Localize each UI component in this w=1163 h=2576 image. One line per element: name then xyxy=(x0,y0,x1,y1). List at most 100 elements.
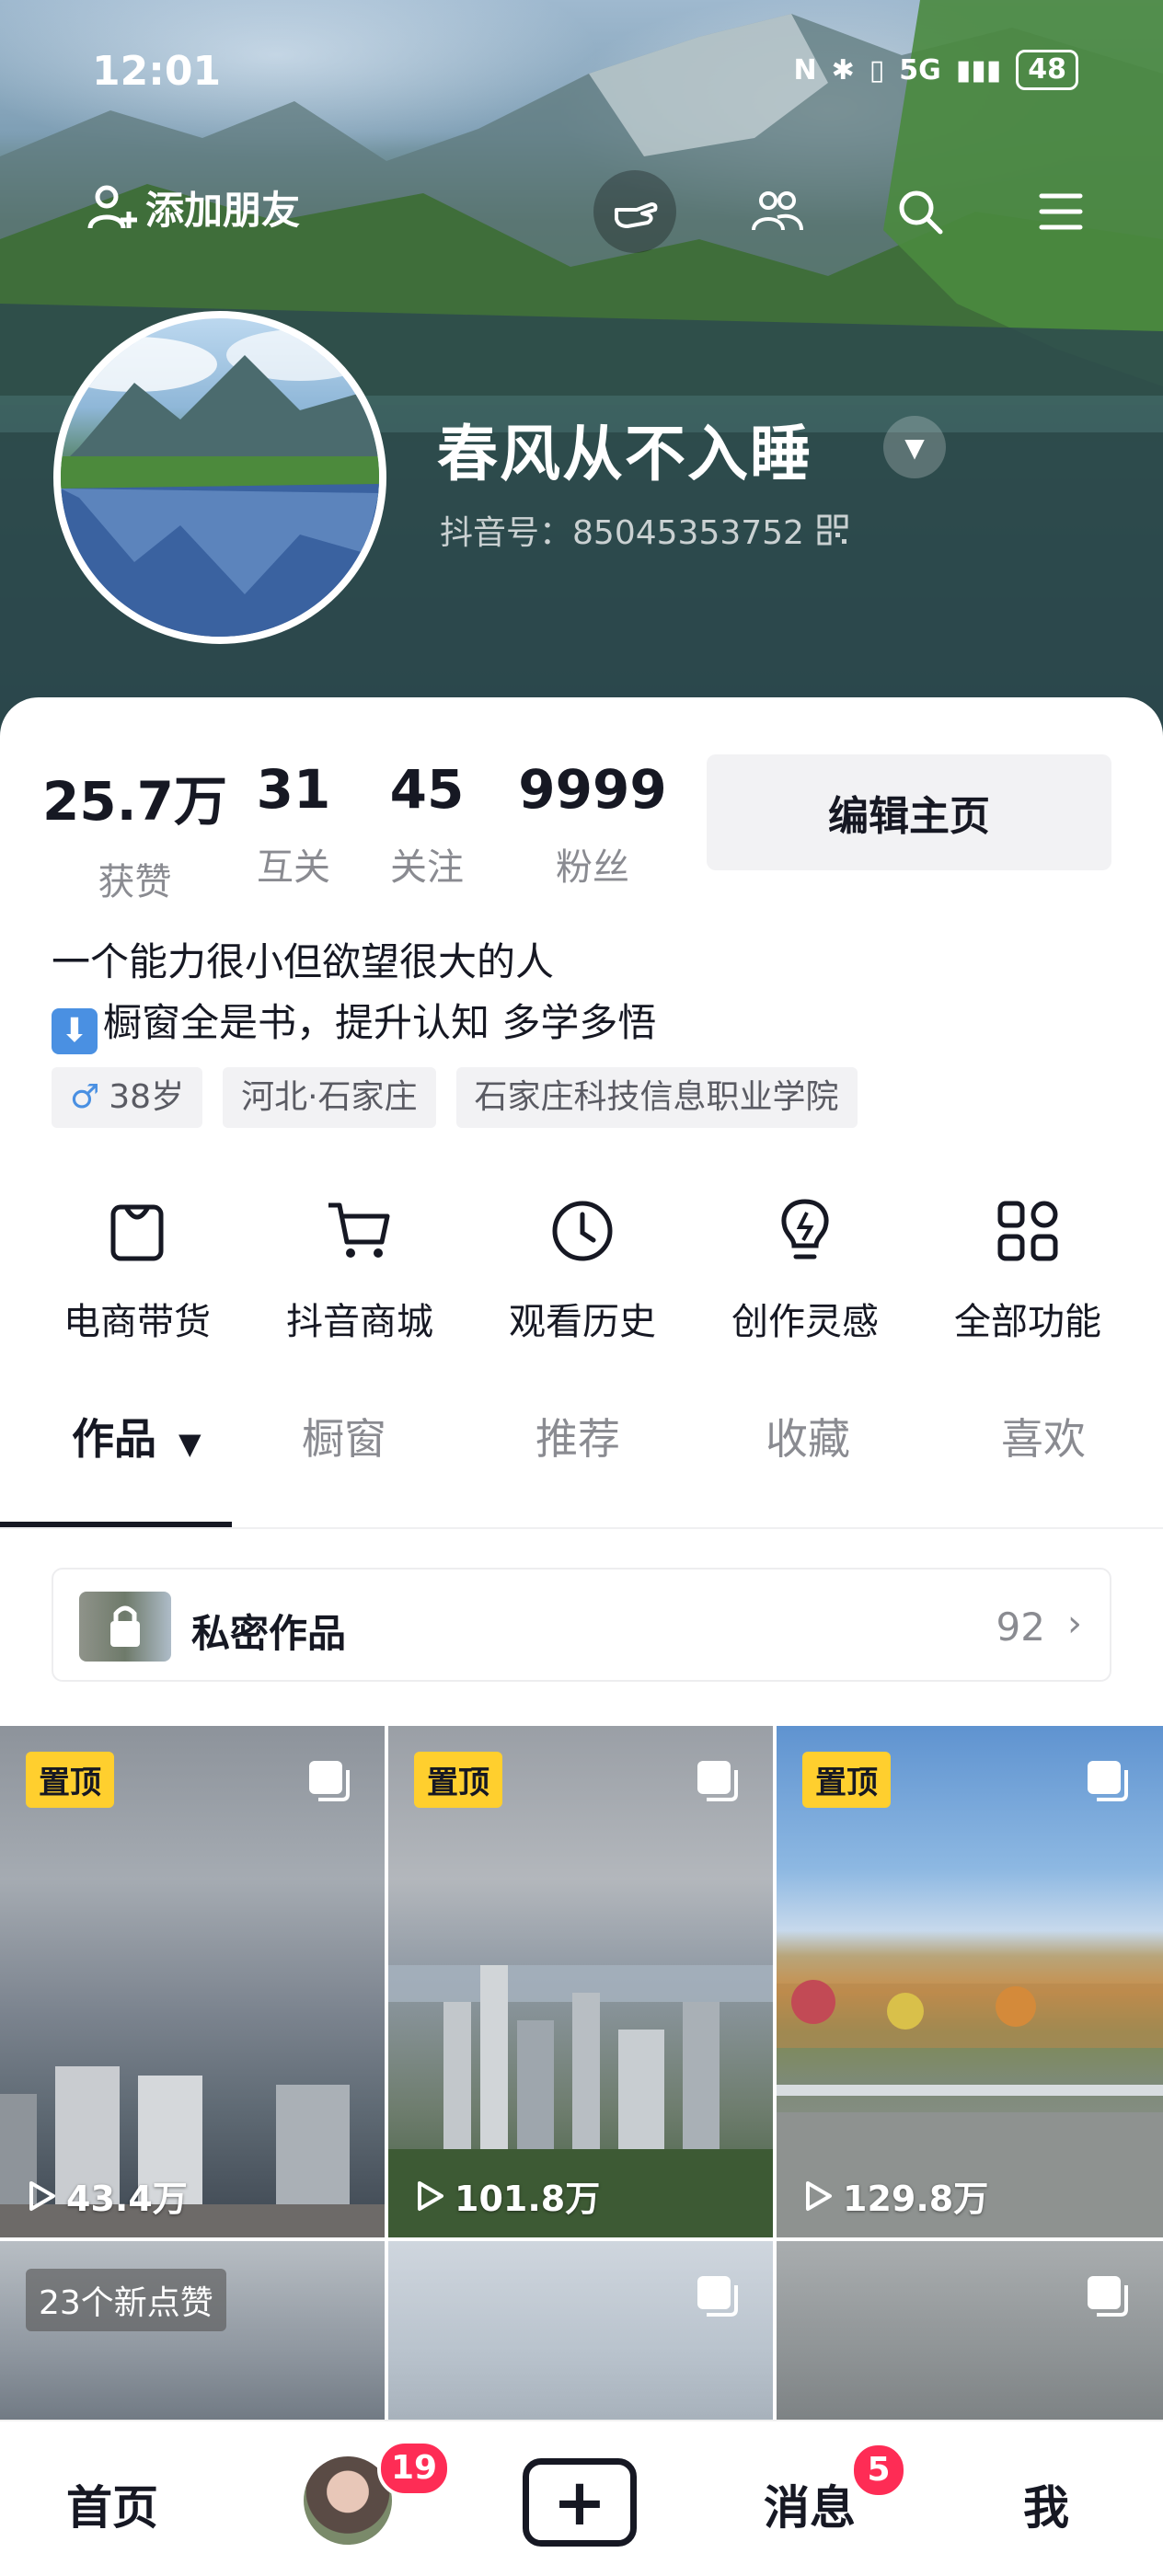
private-works-title: 私密作品 xyxy=(191,1611,347,1656)
down-arrow-icon: ⬇ xyxy=(52,1008,98,1054)
video-play-count: 101.8万 xyxy=(455,2179,601,2219)
stat-value: 45 xyxy=(389,758,465,821)
feature-label: 创作灵感 xyxy=(731,1301,879,1343)
private-works-thumbnail xyxy=(79,1592,171,1662)
feature-mall[interactable]: 抖音商城 xyxy=(248,1194,471,1345)
nav-messages[interactable]: 消息 xyxy=(764,2471,856,2537)
private-works-row[interactable]: 私密作品 92 › xyxy=(52,1568,1111,1682)
status-bar: 12:01 N ✱ ▯ 5G ▮▮▮ 48 xyxy=(0,37,1163,110)
douyin-id-value: 85045353752 xyxy=(572,514,804,552)
shopping-bag-icon xyxy=(110,1204,164,1261)
multi-image-icon xyxy=(697,2276,738,2317)
friends-button[interactable] xyxy=(736,170,819,253)
feature-shortcuts: 电商带货 抖音商城 观看历史 创作灵感 全部功能 xyxy=(0,1194,1163,1345)
play-icon xyxy=(29,2180,55,2211)
video-play-count: 43.4万 xyxy=(66,2179,188,2219)
new-likes-badge: 23个新点赞 xyxy=(26,2269,226,2331)
tab-showcase[interactable]: 橱窗 xyxy=(302,1406,386,1466)
profile-avatar[interactable] xyxy=(53,311,386,644)
add-friend-button[interactable]: 添加朋友 xyxy=(85,179,300,236)
plus-icon: + xyxy=(552,2465,607,2540)
location-tag: 河北·石家庄 xyxy=(223,1067,436,1128)
people-icon xyxy=(752,191,803,231)
video-tile[interactable]: 23个新点赞 xyxy=(0,2241,385,2425)
account-switch-button[interactable]: ▼ xyxy=(883,416,946,478)
feature-all[interactable]: 全部功能 xyxy=(916,1194,1139,1345)
video-tile[interactable] xyxy=(777,2241,1163,2425)
profile-tabs: 作品 ▼ 橱窗 推荐 收藏 喜欢 xyxy=(0,1406,1163,1489)
battery-icon: 48 xyxy=(1016,50,1078,90)
video-tile[interactable]: 置顶 101.8万 xyxy=(388,1726,773,2237)
pinned-badge: 置顶 xyxy=(802,1752,891,1808)
clock-icon xyxy=(552,1201,613,1261)
bio-line-2: ⬇ 橱窗全是书，提升认知 多学多悟 xyxy=(52,993,656,1054)
network-icon: 5G xyxy=(899,53,941,86)
grid-icon xyxy=(997,1201,1058,1261)
feature-inspiration[interactable]: 创作灵感 xyxy=(694,1194,916,1345)
play-icon xyxy=(806,2180,832,2211)
tab-likes[interactable]: 喜欢 xyxy=(1001,1406,1086,1466)
video-plays: 43.4万 xyxy=(22,2170,188,2221)
avatar-landscape-image xyxy=(61,329,379,637)
menu-button[interactable] xyxy=(1019,170,1102,253)
bio-line-1: 一个能力很小但欲望很大的人 xyxy=(52,939,555,984)
add-friend-label: 添加朋友 xyxy=(145,188,301,233)
video-tile[interactable]: 置顶 43.4万 xyxy=(0,1726,385,2237)
visitor-button[interactable] xyxy=(593,170,676,253)
vibrate-icon: ▯ xyxy=(869,53,885,86)
qr-code-icon[interactable] xyxy=(817,514,848,546)
tab-recommend[interactable]: 推荐 xyxy=(535,1406,620,1466)
create-button[interactable]: + xyxy=(523,2458,637,2547)
stat-mutual[interactable]: 31 互关 xyxy=(229,758,358,905)
feature-label: 全部功能 xyxy=(954,1301,1101,1343)
messages-badge: 5 xyxy=(850,2442,907,2499)
pinned-badge: 置顶 xyxy=(26,1752,114,1808)
nfc-icon: N xyxy=(793,53,817,86)
stat-likes[interactable]: 25.7万 获赞 xyxy=(40,758,229,905)
bluetooth-icon: ✱ xyxy=(831,53,855,86)
feature-history[interactable]: 观看历史 xyxy=(471,1194,694,1345)
tab-works[interactable]: 作品 ▼ xyxy=(72,1406,202,1466)
chevron-right-icon: › xyxy=(1067,1603,1082,1645)
tab-favorites[interactable]: 收藏 xyxy=(766,1406,850,1466)
play-icon xyxy=(418,2180,443,2211)
signal-icon: ▮▮▮ xyxy=(955,53,1002,86)
stat-label: 关注 xyxy=(390,846,464,889)
douyin-id-row[interactable]: 抖音号：85045353752 xyxy=(440,506,848,554)
stat-followers[interactable]: 9999 粉丝 xyxy=(496,758,689,905)
multi-image-icon xyxy=(1088,2276,1128,2317)
profile-tags: ♂ 38岁 河北·石家庄 石家庄科技信息职业学院 xyxy=(52,1067,858,1128)
video-tile[interactable] xyxy=(388,2241,773,2425)
multi-image-icon xyxy=(697,1761,738,1801)
profile-banner[interactable]: 12:01 N ✱ ▯ 5G ▮▮▮ 48 添加朋友 春风从不入睡 ▼ 抖音号：… xyxy=(0,0,1163,736)
bottom-nav: 首页 19 + 消息 5 我 xyxy=(0,2420,1163,2576)
stat-following[interactable]: 45 关注 xyxy=(358,758,496,905)
profile-topbar: 添加朋友 xyxy=(0,170,1163,253)
male-icon: ♂ xyxy=(70,1078,100,1116)
pointing-hand-icon xyxy=(615,202,658,228)
video-tile[interactable]: 置顶 129.8万 xyxy=(777,1726,1163,2237)
stat-label: 互关 xyxy=(257,846,330,889)
triangle-down-icon: ▼ xyxy=(178,1426,202,1461)
stat-label: 获赞 xyxy=(98,861,172,903)
edit-profile-button[interactable]: 编辑主页 xyxy=(707,754,1111,870)
cart-icon xyxy=(328,1202,390,1258)
hamburger-menu-icon xyxy=(1039,193,1083,230)
profile-stats: 25.7万 获赞 31 互关 45 关注 9999 粉丝 xyxy=(40,758,689,905)
multi-image-icon xyxy=(1088,1761,1128,1801)
profile-username: 春风从不入睡 xyxy=(437,419,812,489)
video-play-count: 129.8万 xyxy=(843,2179,989,2219)
add-user-icon xyxy=(87,185,137,229)
lightbulb-icon xyxy=(781,1199,829,1259)
stat-value: 9999 xyxy=(518,758,667,821)
private-works-count: 92 xyxy=(996,1604,1045,1650)
nav-home[interactable]: 首页 xyxy=(66,2471,158,2537)
triangle-down-icon: ▼ xyxy=(904,431,925,463)
profile-bio: 一个能力很小但欲望很大的人 ⬇ 橱窗全是书，提升认知 多学多悟 xyxy=(52,932,656,1054)
nav-me[interactable]: 我 xyxy=(1023,2471,1069,2537)
feature-ecommerce[interactable]: 电商带货 xyxy=(26,1194,248,1345)
search-button[interactable] xyxy=(879,170,961,253)
school-tag[interactable]: 石家庄科技信息职业学院 xyxy=(455,1067,858,1128)
multi-image-icon xyxy=(309,1761,350,1801)
friends-badge: 19 xyxy=(377,2440,451,2497)
